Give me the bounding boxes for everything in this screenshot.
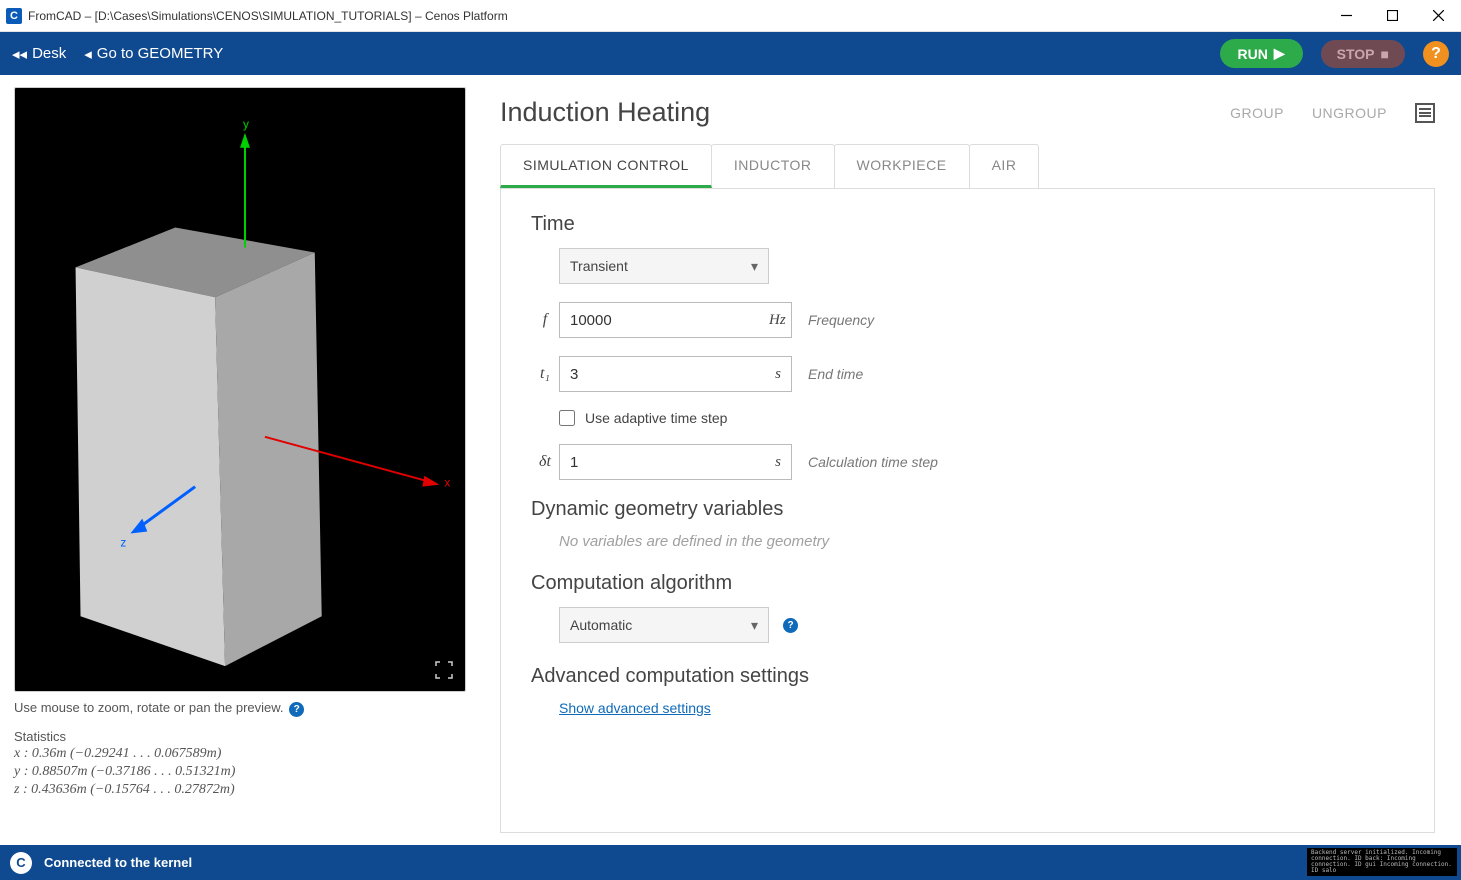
list-icon[interactable] <box>1415 103 1435 123</box>
timestep-input[interactable] <box>570 454 775 471</box>
chevron-down-icon: ▾ <box>751 617 758 634</box>
app-icon: C <box>6 8 22 24</box>
tab-workpiece[interactable]: WORKPIECE <box>834 144 970 188</box>
viewport-hint: Use mouse to zoom, rotate or pan the pre… <box>14 700 466 717</box>
show-advanced-link[interactable]: Show advanced settings <box>559 700 711 716</box>
dt-label: Calculation time step <box>808 454 938 470</box>
endtime-label: End time <box>808 366 863 382</box>
algo-help-icon[interactable]: ? <box>783 618 798 633</box>
run-button[interactable]: RUN ▶ <box>1220 39 1303 68</box>
stats-z: z : 0.43636m (−0.15764 . . . 0.27872m) <box>14 782 466 798</box>
close-button[interactable] <box>1415 0 1461 32</box>
run-label: RUN <box>1238 46 1268 62</box>
tab-content: Time Transient ▾ f Hz Frequency t₁ <box>500 188 1435 833</box>
status-text: Connected to the kernel <box>44 855 192 870</box>
group-button[interactable]: GROUP <box>1230 105 1284 121</box>
algorithm-select[interactable]: Automatic ▾ <box>559 607 769 643</box>
chevron-down-icon: ▾ <box>751 258 758 275</box>
play-icon: ▶ <box>1274 45 1285 62</box>
maximize-button[interactable] <box>1369 0 1415 32</box>
viewport-3d[interactable]: y x z <box>14 87 466 692</box>
stats-y: y : 0.88507m (−0.37186 . . . 0.51321m) <box>14 764 466 780</box>
stop-icon: ■ <box>1381 46 1389 62</box>
stop-label: STOP <box>1337 46 1375 62</box>
dyn-note: No variables are defined in the geometry <box>559 533 1404 550</box>
toolbar: ◂◂ Desk ◂ Go to GEOMETRY RUN ▶ STOP ■ ? <box>0 32 1461 75</box>
rewind-icon: ◂◂ <box>12 45 27 63</box>
adaptive-checkbox[interactable] <box>559 410 575 426</box>
endtime-input[interactable] <box>570 366 775 383</box>
settings-panel: Induction Heating GROUP UNGROUP SIMULATI… <box>480 75 1461 845</box>
stop-button[interactable]: STOP ■ <box>1321 40 1405 68</box>
tab-air[interactable]: AIR <box>969 144 1040 188</box>
adaptive-label: Use adaptive time step <box>585 410 727 426</box>
help-button[interactable]: ? <box>1423 41 1449 67</box>
stats-header: Statistics <box>14 729 466 744</box>
geometry-preview: y x z <box>15 88 465 691</box>
freq-label: Frequency <box>808 312 874 328</box>
log-console[interactable]: Backend server initialized. Incoming con… <box>1307 848 1457 876</box>
minimize-button[interactable] <box>1323 0 1369 32</box>
goto-geometry-label: Go to GEOMETRY <box>97 45 223 62</box>
desk-label: Desk <box>32 45 66 62</box>
time-mode-select[interactable]: Transient ▾ <box>559 248 769 284</box>
section-algo: Computation algorithm <box>531 572 1404 595</box>
back-icon: ◂ <box>84 45 92 63</box>
dt-unit: s <box>775 454 781 471</box>
svg-text:x: x <box>444 476 450 490</box>
fullscreen-icon[interactable] <box>435 661 453 679</box>
section-adv: Advanced computation settings <box>531 665 1404 688</box>
tab-simulation-control[interactable]: SIMULATION CONTROL <box>500 144 712 188</box>
kernel-icon: C <box>10 852 32 874</box>
info-icon[interactable]: ? <box>289 702 304 717</box>
section-time: Time <box>531 213 1404 236</box>
section-dyn: Dynamic geometry variables <box>531 498 1404 521</box>
dt-symbol: δt <box>531 453 559 471</box>
tabs: SIMULATION CONTROL INDUCTOR WORKPIECE AI… <box>500 144 1435 188</box>
preview-panel: y x z Use mouse to zoom, rotate or pan t… <box>0 75 480 845</box>
freq-unit: Hz <box>769 312 786 329</box>
algorithm-value: Automatic <box>570 617 632 633</box>
titlebar: C FromCAD – [D:\Cases\Simulations\CENOS\… <box>0 0 1461 32</box>
endtime-unit: s <box>775 366 781 383</box>
window-title: FromCAD – [D:\Cases\Simulations\CENOS\SI… <box>28 9 508 23</box>
frequency-input[interactable] <box>570 312 769 329</box>
page-title: Induction Heating <box>500 97 710 128</box>
ungroup-button[interactable]: UNGROUP <box>1312 105 1387 121</box>
stats-x: x : 0.36m (−0.29241 . . . 0.067589m) <box>14 746 466 762</box>
endtime-symbol: t₁ <box>531 365 559 383</box>
svg-text:y: y <box>243 117 249 131</box>
statusbar: C Connected to the kernel Backend server… <box>0 845 1461 880</box>
desk-link[interactable]: ◂◂ Desk <box>12 45 66 63</box>
tab-inductor[interactable]: INDUCTOR <box>711 144 835 188</box>
time-mode-value: Transient <box>570 258 628 274</box>
goto-geometry-link[interactable]: ◂ Go to GEOMETRY <box>84 45 223 63</box>
svg-text:z: z <box>120 535 126 549</box>
freq-symbol: f <box>531 311 559 329</box>
